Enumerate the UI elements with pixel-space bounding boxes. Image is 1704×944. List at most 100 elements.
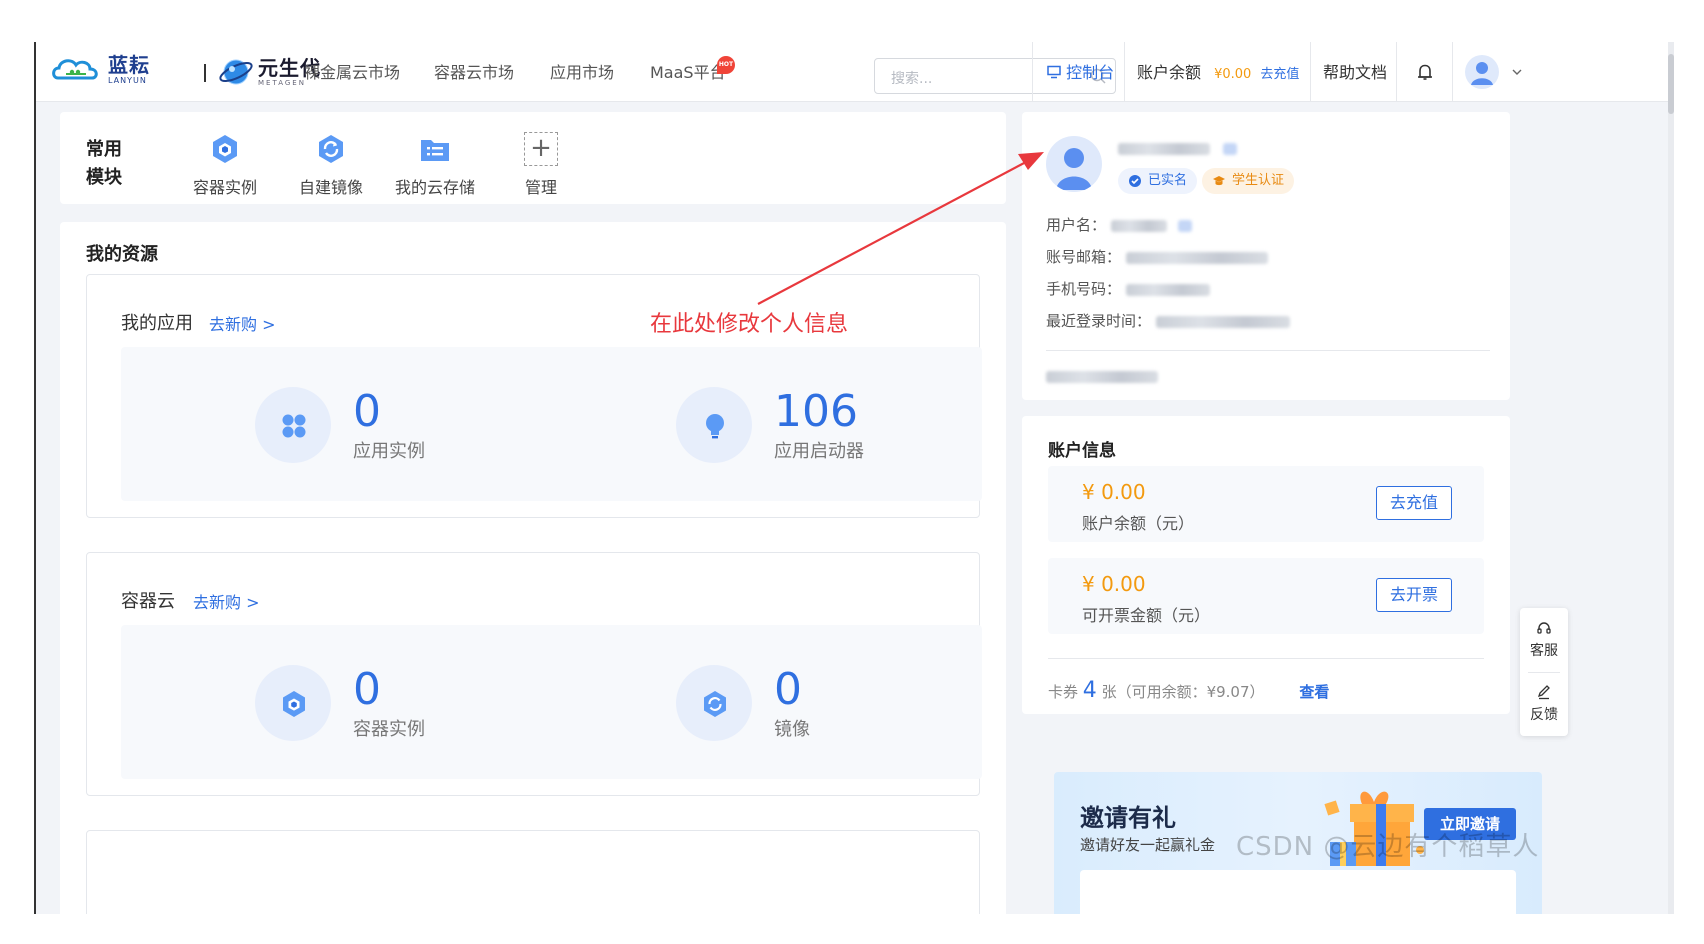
chevron-down-icon: [1512, 69, 1522, 75]
module-label: 自建镜像: [298, 178, 363, 197]
manage-label: 管理: [524, 178, 557, 197]
module-container-instance[interactable]: 容器实例: [170, 132, 280, 198]
search-placeholder: 搜索...: [891, 71, 933, 87]
balance-header: 账户余额 ¥0.00 去充值>: [1124, 42, 1310, 146]
globe-logo-icon: [219, 59, 253, 85]
feedback-button[interactable]: 反馈: [1520, 684, 1568, 724]
balance-value: ¥0.00: [1214, 67, 1252, 82]
module-custom-image[interactable]: 自建镜像: [276, 132, 386, 198]
lanyun-logo[interactable]: 蓝耘 LANYUN: [50, 54, 150, 86]
stat-images[interactable]: 0 镜像: [542, 625, 982, 779]
csdn-watermark: CSDN @云边有个稻草人: [1236, 832, 1540, 862]
profile-panel: 已实名 学生认证 用户名： 账号邮箱： 手机号码： 最近登录时间：: [1022, 112, 1510, 400]
user-avatar-icon: [1465, 55, 1499, 89]
user-avatar-icon: [1056, 148, 1092, 190]
scrollbar-thumb[interactable]: [1668, 54, 1674, 114]
profile-divider: [1046, 350, 1490, 351]
common-modules-title: 常用模块: [86, 139, 122, 188]
console-label: 控制台: [1066, 63, 1115, 82]
more-resources-card: [86, 830, 980, 914]
top-header: 蓝耘 LANYUN 元生代 METAGEN 裸金属云市场 容器云市场 应用市场 …: [36, 42, 1670, 146]
graduation-cap-icon: [1213, 176, 1225, 186]
stat-label: 容器实例: [353, 719, 425, 740]
lightbulb-icon: [706, 414, 724, 439]
module-label: 我的云存储: [394, 178, 475, 197]
balance-amount-label: 账户余额（元）: [1082, 514, 1195, 533]
logo-text-cn: 蓝耘: [108, 53, 150, 77]
page-scrollbar[interactable]: [1668, 42, 1674, 914]
balance-label: 账户余额: [1137, 63, 1202, 82]
customer-service-label: 客服: [1530, 643, 1558, 659]
cube-icon: [283, 691, 305, 717]
info-label: 账号邮箱：: [1046, 248, 1122, 266]
profile-nickname: [1118, 138, 1238, 157]
invoice-amount-label: 可开票金额（元）: [1082, 606, 1211, 625]
info-username: 用户名：: [1046, 214, 1192, 235]
stat-value: 0: [353, 386, 381, 437]
floating-support-bar: 客服 反馈: [1520, 608, 1568, 736]
nav-bare-metal[interactable]: 裸金属云市场: [304, 42, 400, 102]
coupon-view-link[interactable]: 查看: [1299, 683, 1329, 701]
manage-modules-button[interactable]: + 管理: [486, 132, 596, 198]
invite-content-strip: [1080, 870, 1516, 914]
side-divider: [1528, 672, 1560, 673]
user-menu[interactable]: [1452, 42, 1538, 102]
customer-service-button[interactable]: 客服: [1520, 620, 1568, 660]
container-cloud-buy-link[interactable]: 去新购 >: [193, 589, 260, 613]
refresh-hexagon-icon: [704, 691, 726, 717]
nav-app-market[interactable]: 应用市场: [550, 42, 614, 102]
apps-grid-icon: [282, 414, 306, 438]
cloud-logo-icon: [52, 59, 98, 80]
invoice-amount: ¥ 0.00: [1082, 572, 1146, 596]
info-label: 最近登录时间：: [1046, 312, 1152, 330]
monitor-icon: [1047, 65, 1061, 79]
info-last-login: 最近登录时间：: [1046, 310, 1290, 331]
cube-icon: [213, 135, 237, 163]
tag-verified-label: 已实名: [1148, 173, 1188, 188]
info-email: 账号邮箱：: [1046, 246, 1268, 267]
profile-avatar[interactable]: [1046, 136, 1102, 192]
logo-text-en: LANYUN: [108, 76, 147, 85]
stat-value: 0: [774, 664, 802, 715]
help-docs-link[interactable]: 帮助文档: [1310, 42, 1396, 102]
invite-title: 邀请有礼: [1080, 804, 1176, 832]
logo-divider: [204, 64, 206, 82]
balance-amount: ¥ 0.00: [1082, 480, 1146, 504]
my-resources-panel: 我的资源 我的应用 去新购 > 0 应用实例 106 应用启动器 容器云 去新购…: [60, 222, 1006, 914]
pencil-icon: [1537, 685, 1550, 700]
feedback-label: 反馈: [1530, 707, 1558, 723]
common-modules-panel: 常用模块 容器实例 自建镜像 我的云存储 + 管理: [60, 112, 1006, 204]
stat-app-instances[interactable]: 0 应用实例: [121, 347, 561, 501]
bell-icon: [1418, 64, 1432, 80]
app-window: 蓝耘 LANYUN 元生代 METAGEN 裸金属云市场 容器云市场 应用市场 …: [34, 42, 1674, 914]
my-apps-buy-link[interactable]: 去新购 >: [209, 311, 276, 335]
plus-icon: +: [524, 132, 558, 166]
invoice-card: ¥ 0.00 可开票金额（元） 去开票: [1048, 558, 1484, 634]
stat-container-instances[interactable]: 0 容器实例: [121, 625, 561, 779]
my-resources-title: 我的资源: [86, 244, 158, 265]
my-apps-title: 我的应用: [121, 313, 193, 334]
balance-card: ¥ 0.00 账户余额（元） 去充值: [1048, 466, 1484, 542]
container-cloud-title: 容器云: [121, 591, 175, 612]
folder-icon: [421, 140, 449, 161]
stat-label: 应用启动器: [774, 441, 864, 462]
console-link[interactable]: 控制台: [1032, 42, 1124, 102]
stat-app-launchers[interactable]: 106 应用启动器: [542, 347, 982, 501]
module-cloud-storage[interactable]: 我的云存储: [380, 132, 490, 198]
coupon-label: 卡券: [1048, 683, 1079, 701]
recharge-button[interactable]: 去充值: [1376, 486, 1452, 520]
tag-verified: 已实名: [1118, 168, 1198, 194]
invoice-button[interactable]: 去开票: [1376, 578, 1452, 612]
nav-maas[interactable]: MaaS平台: [650, 42, 726, 102]
tag-student-label: 学生认证: [1232, 173, 1285, 188]
notification-button[interactable]: [1396, 42, 1452, 102]
stat-value: 0: [353, 664, 381, 715]
stat-label: 镜像: [774, 719, 810, 740]
info-label: 用户名：: [1046, 216, 1107, 234]
tag-student: 学生认证: [1202, 168, 1295, 194]
stat-label: 应用实例: [353, 441, 425, 462]
account-info-panel: 账户信息 ¥ 0.00 账户余额（元） 去充值 ¥ 0.00 可开票金额（元） …: [1022, 416, 1510, 714]
verified-shield-icon: [1129, 175, 1141, 187]
nav-container-market[interactable]: 容器云市场: [434, 42, 514, 102]
invite-subtitle: 邀请好友一起赢礼金: [1080, 836, 1216, 854]
